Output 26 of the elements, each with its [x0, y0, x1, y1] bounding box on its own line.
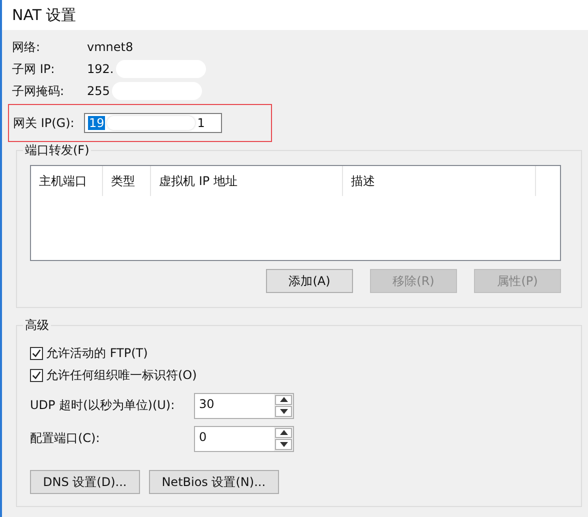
column-header[interactable]: 类型 — [103, 166, 151, 196]
field-label: UDP 超时(以秒为单位)(U): — [30, 397, 176, 414]
port-list[interactable]: 主机端口 类型 虚拟机 IP 地址 描述 — [30, 165, 561, 261]
field-label: 子网掩码: — [12, 82, 66, 100]
window-title: NAT 设置 — [12, 6, 76, 24]
field-label: 配置端口(C): — [30, 430, 101, 447]
checkbox-label: 允许任何组织唯一标识符(O) — [46, 366, 197, 384]
column-header[interactable]: 描述 — [343, 166, 536, 196]
field-label: 子网 IP: — [12, 60, 56, 78]
checkbox[interactable] — [30, 346, 43, 360]
field-value: 1 — [197, 116, 205, 130]
gateway-ip-field[interactable]: 19 1 — [84, 113, 222, 133]
field-label: 网关 IP(G): — [13, 114, 76, 132]
field-label: 网络: — [12, 38, 42, 56]
dialog-button[interactable]: 添加(A) — [266, 269, 353, 293]
field-value: 255 — [87, 84, 110, 98]
column-header[interactable]: 虚拟机 IP 地址 — [151, 166, 343, 196]
checkbox-label: 允许活动的 FTP(T) — [46, 344, 148, 362]
column-header[interactable]: 主机端口 — [31, 166, 103, 196]
checkbox[interactable] — [30, 368, 43, 382]
field-value: 192. — [87, 62, 114, 76]
field-value: 19 — [88, 116, 106, 130]
group-title: 端口转发(F) — [23, 142, 92, 159]
field-value: vmnet8 — [87, 40, 134, 54]
dialog-button[interactable]: DNS 设置(D)... — [30, 470, 140, 494]
dialog-button[interactable]: NetBios 设置(N)... — [148, 470, 279, 494]
